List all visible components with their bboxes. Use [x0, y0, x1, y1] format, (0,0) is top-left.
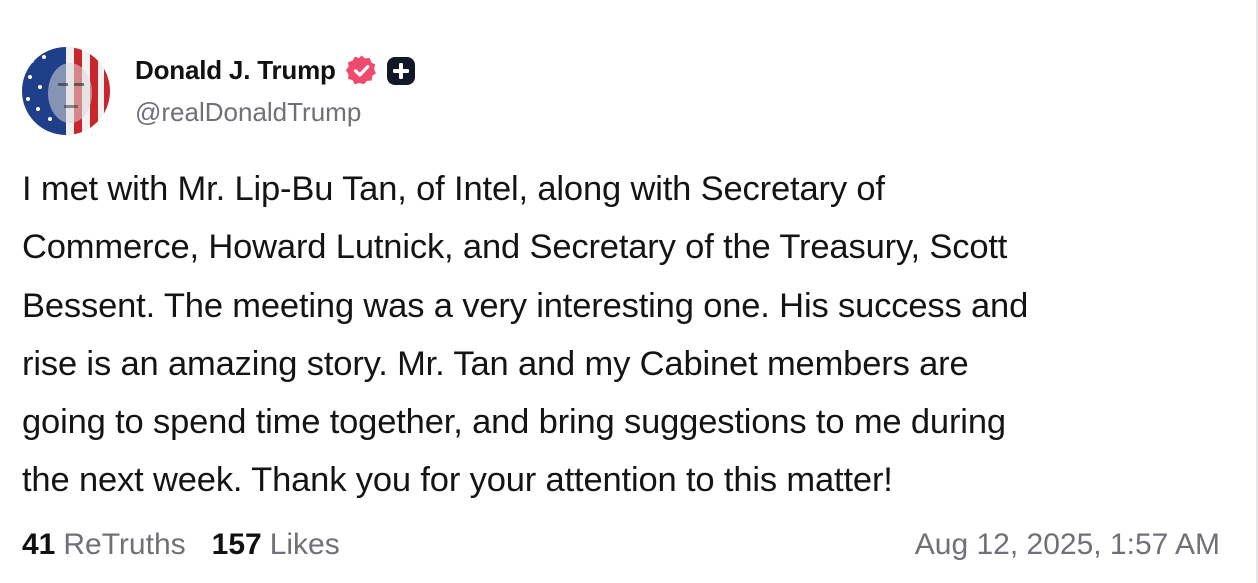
post-body: I met with Mr. Lip-Bu Tan, of Intel, alo… — [22, 160, 1227, 510]
post-text-line: I met with Mr. Lip-Bu Tan, of Intel, alo… — [22, 170, 885, 208]
plus-badge-icon — [386, 56, 416, 86]
author-display-name[interactable]: Donald J. Trump — [135, 55, 336, 86]
likes-stat[interactable]: 157 Likes — [212, 528, 340, 562]
post-timestamp[interactable]: Aug 12, 2025, 1:57 AM — [915, 528, 1220, 562]
author-handle[interactable]: @realDonaldTrump — [135, 97, 416, 128]
post-header: Donald J. Trump @realDonaldTrump — [22, 47, 416, 135]
verified-check-icon — [345, 54, 378, 87]
author-name-row: Donald J. Trump — [135, 51, 416, 91]
avatar-flag-portrait-icon — [22, 47, 110, 135]
post-text-line: Commerce, Howard Lutnick, and Secretary … — [22, 228, 1008, 267]
retruths-stat[interactable]: 41 ReTruths — [22, 528, 186, 562]
post-footer: 41 ReTruths 157 Likes Aug 12, 2025, 1:57… — [22, 528, 1220, 562]
post-text-line: rise is an amazing story. Mr. Tan and my… — [22, 344, 969, 383]
post-stats: 41 ReTruths 157 Likes — [22, 528, 340, 562]
retruths-label: ReTruths — [63, 528, 186, 561]
avatar[interactable] — [22, 47, 110, 135]
post-text-line: going to spend time together, and bring … — [22, 403, 1006, 442]
post-card: Donald J. Trump @realDonaldTrump I met w… — [0, 0, 1258, 583]
post-text-line: Bessent. The meeting was a very interest… — [22, 286, 1029, 325]
likes-count: 157 — [211, 528, 262, 561]
retruths-count: 41 — [22, 528, 56, 561]
post-text-line: the next week. Thank you for your attent… — [22, 461, 893, 500]
likes-label: Likes — [269, 528, 340, 561]
author-identity: Donald J. Trump @realDonaldTrump — [135, 51, 416, 128]
